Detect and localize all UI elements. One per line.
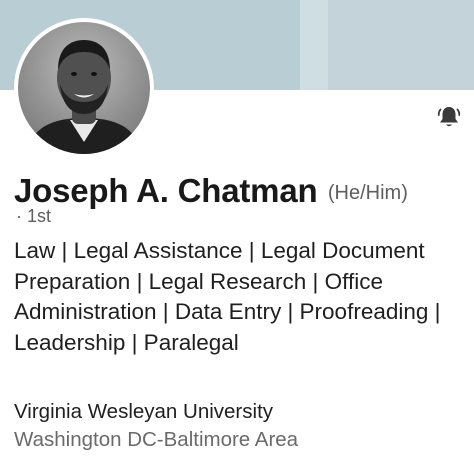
avatar[interactable] bbox=[14, 18, 154, 158]
profile-name: Joseph A. Chatman bbox=[14, 172, 318, 209]
profile-photo bbox=[18, 22, 150, 154]
name-row: Joseph A. Chatman (He/Him) bbox=[14, 172, 408, 210]
connection-degree: · 1st bbox=[16, 206, 52, 226]
profile-headline: Law | Legal Assistance | Legal Document … bbox=[14, 238, 441, 355]
banner-shape bbox=[328, 0, 474, 90]
profile-location: Washington DC-Baltimore Area bbox=[14, 428, 299, 451]
banner-shape bbox=[300, 0, 330, 90]
bell-icon[interactable] bbox=[436, 104, 462, 130]
pronouns: (He/Him) bbox=[327, 182, 408, 204]
education-school[interactable]: Virginia Wesleyan University bbox=[14, 400, 273, 424]
